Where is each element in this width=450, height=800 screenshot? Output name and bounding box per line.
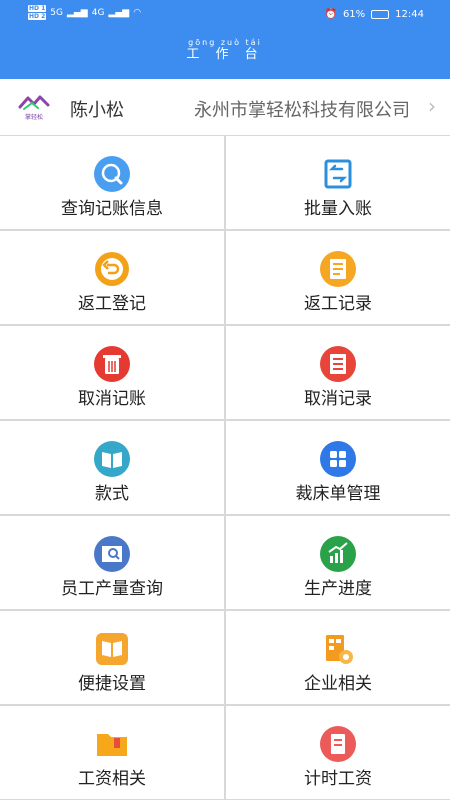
status-right: ⏰ 61% 12:44	[324, 9, 424, 20]
book-icon	[94, 441, 130, 477]
trash-icon	[94, 346, 130, 382]
menu-item[interactable]: 批量入账	[226, 136, 450, 229]
signal-bars-icon: ▂▄▆	[108, 7, 130, 18]
company-name: 永州市掌轻松科技有限公司	[194, 100, 410, 121]
menu-item[interactable]: 取消记账	[0, 326, 224, 419]
menu-item[interactable]: 取消记录	[226, 326, 450, 419]
hd-icon: HD 1 HD 2	[28, 5, 47, 20]
signal-5g: 5G	[50, 7, 63, 18]
company-logo: 掌轻松	[18, 93, 50, 121]
status-bar: HD 1 HD 2 5G ▂▄▆ 4G ▂▄▆ ◠ ⏰ 61% 12:44	[0, 0, 450, 30]
cancel-record-icon	[320, 346, 356, 382]
menu-item-label: 便捷设置	[78, 674, 146, 694]
menu-item-label: 裁床单管理	[295, 484, 381, 504]
record-icon	[320, 251, 356, 287]
menu-item-label: 批量入账	[304, 199, 372, 219]
wifi-icon: ◠	[133, 7, 142, 18]
page-title-wrap: gōng zuò tái 工 作 台	[0, 38, 450, 62]
chevron-right-icon[interactable]: ›	[428, 94, 436, 118]
logo-text: 掌轻松	[24, 114, 43, 121]
menu-item[interactable]: 员工产量查询	[0, 516, 224, 609]
menu-item[interactable]: 工资相关	[0, 706, 224, 799]
menu-item[interactable]: 裁床单管理	[226, 421, 450, 514]
menu-item-label: 返工记录	[304, 294, 372, 314]
menu-item-label: 企业相关	[304, 674, 372, 694]
batch-entry-icon	[320, 156, 356, 192]
folder-icon	[94, 726, 130, 762]
menu-item-label: 员工产量查询	[61, 579, 163, 599]
menu-item[interactable]: 生产进度	[226, 516, 450, 609]
menu-item[interactable]: 企业相关	[226, 611, 450, 704]
report-search-icon	[94, 536, 130, 572]
menu-item[interactable]: 查询记账信息	[0, 136, 224, 229]
document-icon	[320, 726, 356, 762]
app-header: HD 1 HD 2 5G ▂▄▆ 4G ▂▄▆ ◠ ⏰ 61% 12:44 gōn…	[0, 0, 450, 79]
user-name: 陈小松	[70, 100, 124, 121]
menu-item-label: 返工登记	[78, 294, 146, 314]
settings-book-icon	[94, 631, 130, 667]
menu-grid: 查询记账信息 批量入账返工登记 返工记录取消记账 取消记录款式 裁床单管理员工产量查询 生…	[0, 135, 450, 800]
menu-item[interactable]: 计时工资	[226, 706, 450, 799]
company-bar[interactable]: 掌轻松 陈小松 永州市掌轻松科技有限公司 ›	[0, 79, 450, 135]
signal-4g: 4G	[91, 7, 105, 18]
grid-icon	[320, 441, 356, 477]
enterprise-icon	[320, 631, 356, 667]
menu-item[interactable]: 款式	[0, 421, 224, 514]
undo-icon	[94, 251, 130, 287]
battery-icon	[371, 10, 390, 19]
clock: 12:44	[395, 9, 424, 20]
menu-item-label: 计时工资	[304, 769, 372, 789]
menu-item[interactable]: 返工登记	[0, 231, 224, 324]
title-pinyin: gōng zuò tái	[188, 38, 262, 47]
signal-bars-icon: ▂▄▆	[66, 7, 88, 18]
status-left: HD 1 HD 2 5G ▂▄▆ 4G ▂▄▆ ◠	[28, 5, 141, 20]
menu-item-label: 取消记账	[78, 389, 146, 409]
progress-chart-icon	[320, 536, 356, 572]
search-icon	[94, 156, 130, 192]
menu-item[interactable]: 便捷设置	[0, 611, 224, 704]
menu-item-label: 查询记账信息	[61, 199, 163, 219]
alarm-icon: ⏰	[324, 9, 337, 20]
battery-level: 61%	[342, 9, 366, 20]
menu-item-label: 生产进度	[304, 579, 372, 599]
menu-item-label: 款式	[95, 484, 129, 504]
page-title: 工 作 台	[186, 47, 264, 62]
menu-item-label: 工资相关	[78, 769, 146, 789]
menu-item-label: 取消记录	[304, 389, 372, 409]
menu-item[interactable]: 返工记录	[226, 231, 450, 324]
